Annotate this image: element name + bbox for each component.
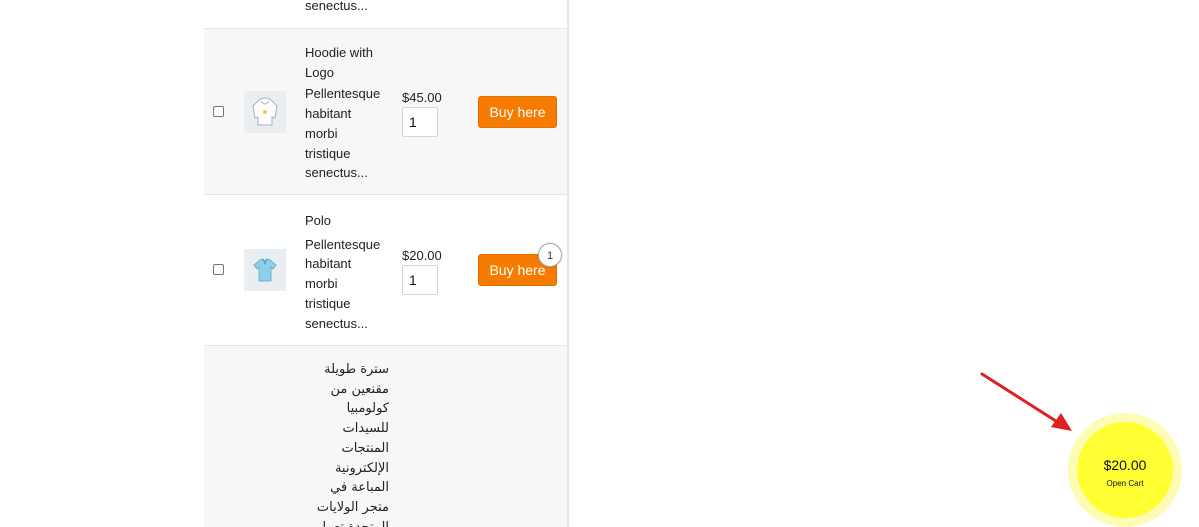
panel-divider [567, 0, 569, 527]
table-row: senectus... [204, 0, 567, 29]
product-description: متجر الولايات [316, 499, 389, 515]
annotation-arrow-icon [980, 372, 1072, 431]
open-cart-label: Open Cart [1106, 478, 1144, 488]
cart-count-badge: 1 [538, 243, 562, 267]
product-description: morbi [305, 276, 338, 292]
product-description: Pellentesque [305, 236, 381, 252]
product-thumbnail[interactable] [244, 249, 286, 291]
product-name[interactable]: Hoodie with [305, 43, 389, 63]
polo-shirt-icon [253, 258, 277, 282]
product-description: المنتجات [341, 440, 389, 456]
product-description: tristique [305, 145, 351, 161]
product-name[interactable]: Logo [305, 63, 389, 83]
quantity-input[interactable]: 1 [402, 107, 438, 137]
product-name[interactable]: Polo [305, 211, 389, 231]
product-table: senectus... Hoodie with Logo Pellentesqu… [204, 0, 567, 527]
product-description: المباعة في [330, 480, 389, 496]
quantity-input[interactable]: 1 [402, 265, 438, 295]
select-checkbox[interactable] [213, 264, 224, 275]
product-description: الإلكترونية [334, 460, 389, 476]
product-description: habitant [305, 106, 352, 122]
product-description: senectus... [305, 315, 368, 331]
table-row: Hoodie with Logo Pellentesque habitant m… [204, 29, 567, 195]
product-description: المتحدة تعمل [305, 518, 389, 527]
product-name-cell: Hoodie with Logo Pellentesque habitant m… [305, 43, 389, 183]
product-description: senectus... [305, 0, 368, 13]
product-description: senectus... [305, 165, 368, 181]
product-description: tristique [305, 295, 351, 311]
product-name-cell: Polo Pellentesque habitant morbi tristiq… [305, 211, 389, 333]
product-name-cell: سترة طويلة مقنعين من كولومبيا للسيدات ال… [305, 360, 389, 527]
select-checkbox[interactable] [213, 106, 224, 117]
product-description: Pellentesque [305, 86, 381, 102]
product-name[interactable]: سترة طويلة [305, 360, 389, 380]
product-price: $20.00 [402, 248, 442, 263]
floating-cart-button[interactable]: $20.00 Open Cart [1077, 422, 1173, 518]
product-price: $45.00 [402, 90, 442, 105]
cart-total: $20.00 [1103, 456, 1147, 473]
product-name[interactable]: للسيدات [305, 419, 389, 439]
buy-button[interactable]: Buy here [478, 96, 557, 128]
product-thumbnail[interactable] [244, 91, 286, 133]
product-name[interactable]: مقنعين من [305, 380, 389, 400]
product-description: morbi [305, 125, 338, 141]
table-row: Polo Pellentesque habitant morbi tristiq… [204, 195, 567, 346]
product-name[interactable]: كولومبيا [305, 399, 389, 419]
table-row: سترة طويلة مقنعين من كولومبيا للسيدات ال… [204, 346, 567, 527]
hoodie-icon [252, 97, 278, 126]
product-description: habitant [305, 256, 352, 272]
